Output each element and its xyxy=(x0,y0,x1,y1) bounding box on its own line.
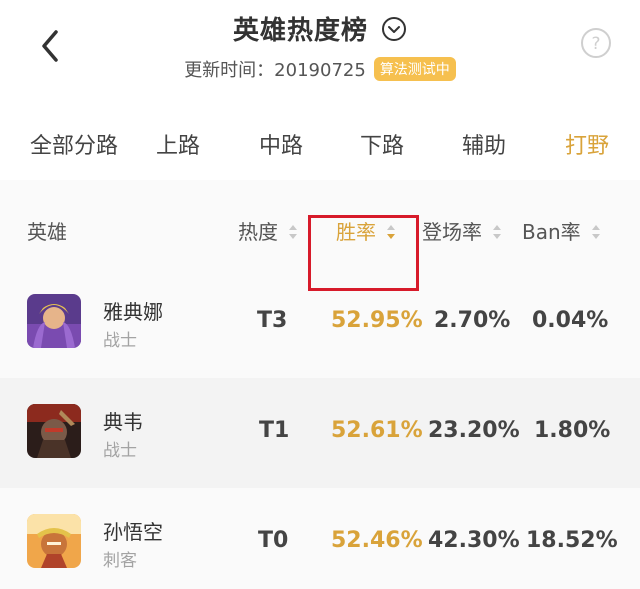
tab-support[interactable]: 辅助 xyxy=(462,128,506,160)
column-banrate[interactable]: Ban率 xyxy=(522,216,601,245)
highlight-box xyxy=(308,215,419,291)
lane-tabs: 全部分路 上路 中路 下路 辅助 打野 xyxy=(0,118,640,170)
hero-role: 战士 xyxy=(103,441,137,461)
column-banrate-label: Ban率 xyxy=(522,220,581,244)
column-pickrate[interactable]: 登场率 xyxy=(422,216,502,245)
update-time-label: 更新时间：20190725 xyxy=(184,60,366,81)
svg-text:?: ? xyxy=(591,34,600,54)
heat-tier: T0 xyxy=(258,528,289,553)
tab-bottom-lane[interactable]: 下路 xyxy=(360,128,404,160)
hero-avatar-athena xyxy=(27,294,81,348)
table-row[interactable]: 典韦 战士 T1 52.61% 23.20% 1.80% xyxy=(0,378,640,488)
hero-name: 孙悟空 xyxy=(103,520,163,544)
tab-mid-lane[interactable]: 中路 xyxy=(259,128,303,160)
win-rate: 52.95% xyxy=(331,308,423,333)
help-icon[interactable]: ? xyxy=(580,27,612,59)
pick-rate: 2.70% xyxy=(434,308,511,333)
chevron-down-icon[interactable] xyxy=(381,16,407,42)
heat-tier: T3 xyxy=(257,308,288,333)
hero-role: 战士 xyxy=(103,331,137,351)
hero-role: 刺客 xyxy=(103,551,137,571)
header-bar: 英雄热度榜 更新时间：20190725 算法测试中 ? xyxy=(0,0,640,100)
column-heat[interactable]: 热度 xyxy=(238,216,298,245)
column-hero: 英雄 xyxy=(27,220,67,244)
tab-all-lanes[interactable]: 全部分路 xyxy=(30,128,118,160)
win-rate: 52.46% xyxy=(331,528,423,553)
update-time: 更新时间：20190725 算法测试中 xyxy=(0,56,640,82)
tab-top-lane[interactable]: 上路 xyxy=(156,128,200,160)
hero-avatar-dianwei xyxy=(27,404,81,458)
sort-icon xyxy=(289,225,298,239)
hero-avatar-sun-wukong xyxy=(27,514,81,568)
pick-rate: 42.30% xyxy=(428,528,520,553)
title-area: 英雄热度榜 xyxy=(0,10,640,47)
sort-icon xyxy=(493,225,502,239)
tab-jungle[interactable]: 打野 xyxy=(565,128,609,160)
column-pickrate-label: 登场率 xyxy=(422,220,482,244)
algorithm-test-badge: 算法测试中 xyxy=(373,57,456,81)
page-title: 英雄热度榜 xyxy=(232,16,368,46)
win-rate: 52.61% xyxy=(331,418,423,443)
ban-rate: 0.04% xyxy=(532,308,609,333)
ban-rate: 1.80% xyxy=(534,418,611,443)
column-heat-label: 热度 xyxy=(238,220,278,244)
heat-tier: T1 xyxy=(259,418,290,443)
table-row[interactable]: 孙悟空 刺客 T0 52.46% 42.30% 18.52% xyxy=(0,488,640,589)
hero-name: 雅典娜 xyxy=(103,300,163,324)
ban-rate: 18.52% xyxy=(526,528,618,553)
sort-icon xyxy=(592,225,601,239)
hero-name: 典韦 xyxy=(103,410,143,434)
pick-rate: 23.20% xyxy=(428,418,520,443)
